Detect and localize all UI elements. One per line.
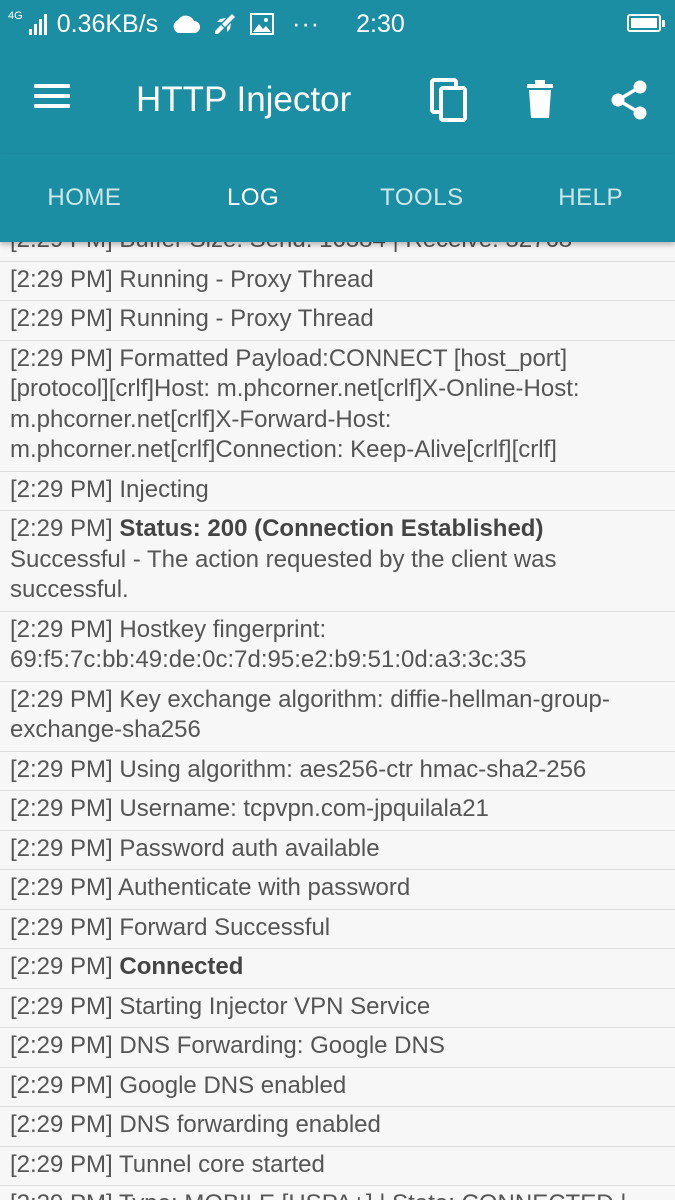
log-entry: [2:29 PM] Formatted Payload:CONNECT [hos…: [0, 341, 675, 472]
log-entry: [2:29 PM] Status: 200 (Connection Establ…: [0, 511, 675, 612]
clock: 2:30: [356, 9, 405, 38]
image-icon: [250, 13, 275, 35]
log-entry: [2:29 PM] Using algorithm: aes256-ctr hm…: [0, 752, 675, 791]
log-entry: [2:29 PM] Google DNS enabled: [0, 1068, 675, 1107]
log-entry: [2:29 PM] Starting Injector VPN Service: [0, 989, 675, 1028]
log-entry: [2:29 PM] Authenticate with password: [0, 870, 675, 910]
battery-icon: [627, 14, 665, 32]
app-title: HTTP Injector: [136, 80, 352, 119]
log-message: Starting Injector VPN Service: [119, 992, 431, 1020]
log-entry: [2:29 PM] Tunnel core started: [0, 1147, 675, 1186]
log-status: Connected: [119, 953, 244, 980]
log-timestamp: [2:29 PM]: [10, 1111, 113, 1138]
log-message: Running - Proxy Thread: [119, 305, 374, 332]
log-entry: [2:29 PM] Forward Successful: [0, 910, 675, 949]
log-timestamp: [2:29 PM]: [10, 615, 113, 643]
log-timestamp: [2:29 PM]: [10, 834, 113, 862]
log-timestamp: [2:29 PM]: [10, 1190, 113, 1200]
log-timestamp: [2:29 PM]: [10, 1150, 113, 1178]
log-message: Injecting: [119, 475, 209, 503]
log-message: Running - Proxy Thread: [119, 265, 374, 293]
log-entry: [2:29 PM] Buffer Size: Send: 16384 | Rec…: [0, 242, 675, 262]
log-message: Username: tcpvpn.com-jpquilala21: [119, 795, 489, 822]
cloud-icon: [170, 13, 201, 35]
log-timestamp: [2:29 PM]: [10, 795, 113, 822]
log-entry: [2:29 PM] Username: tcpvpn.com-jpquilala…: [0, 791, 675, 831]
log-entry: [2:29 PM] Password auth available: [0, 831, 675, 870]
log-timestamp: [2:29 PM]: [10, 515, 113, 542]
log-entry: [2:29 PM] Connected: [0, 949, 675, 989]
more-notifications-icon: ···: [292, 9, 321, 38]
log-message: DNS Forwarding: Google DNS: [119, 1032, 445, 1059]
log-timestamp: [2:29 PM]: [10, 1032, 113, 1059]
log-message: Forward Successful: [119, 913, 331, 941]
log-entry: [2:29 PM] Key exchange algorithm: diffie…: [0, 682, 675, 752]
log-entry: [2:29 PM] Running - Proxy Thread: [0, 301, 675, 341]
log-message: Successful - The action requested by the…: [10, 545, 557, 604]
log-status: Status: 200 (Connection Established): [119, 515, 544, 542]
log-message: Using algorithm: aes256-ctr hmac-sha2-25…: [119, 755, 587, 783]
log-message: Buffer Size: Send: 16384 | Receive: 3276…: [119, 242, 572, 253]
log-timestamp: [2:29 PM]: [10, 992, 113, 1020]
log-timestamp: [2:29 PM]: [10, 265, 113, 293]
signal-icon: [28, 13, 47, 35]
tab-home[interactable]: HOME: [0, 154, 169, 242]
rocket-icon: [212, 11, 238, 37]
log-timestamp: [2:29 PM]: [10, 913, 113, 941]
tab-tools[interactable]: TOOLS: [338, 154, 507, 242]
app-bar: HTTP Injector: [0, 48, 675, 154]
log-entry: [2:29 PM] Running - Proxy Thread: [0, 262, 675, 301]
log-entry: [2:29 PM] Hostkey fingerprint: 69:f5:7c:…: [0, 612, 675, 682]
log-timestamp: [2:29 PM]: [10, 755, 113, 783]
log-entry: [2:29 PM] Injecting: [0, 472, 675, 511]
log-timestamp: [2:29 PM]: [10, 685, 113, 713]
share-icon[interactable]: [606, 76, 654, 124]
log-message: Password auth available: [119, 834, 380, 862]
tab-help[interactable]: HELP: [506, 154, 675, 242]
log-entry: [2:29 PM] DNS Forwarding: Google DNS: [0, 1028, 675, 1068]
menu-icon[interactable]: [34, 84, 70, 114]
log-timestamp: [2:29 PM]: [10, 344, 113, 372]
log-timestamp: [2:29 PM]: [10, 1071, 113, 1099]
log-message: DNS forwarding enabled: [119, 1111, 381, 1138]
log-timestamp: [2:29 PM]: [10, 305, 113, 332]
copy-icon[interactable]: [426, 76, 474, 124]
log-list[interactable]: [2:29 PM] Buffer Size: Send: 16384 | Rec…: [0, 242, 675, 1200]
delete-icon[interactable]: [516, 76, 564, 124]
tab-log[interactable]: LOG: [169, 154, 338, 242]
log-timestamp: [2:29 PM]: [10, 242, 113, 253]
log-message: Authenticate with password: [118, 874, 411, 901]
log-message: Google DNS enabled: [119, 1071, 347, 1099]
log-entry: [2:29 PM] DNS forwarding enabled: [0, 1107, 675, 1147]
tab-bar: HOME LOG TOOLS HELP: [0, 154, 675, 242]
status-bar: 4G 0.36KB/s ··· 2:30: [0, 0, 675, 48]
log-message: Tunnel core started: [118, 1150, 325, 1178]
network-type: 4G: [8, 9, 23, 22]
log-timestamp: [2:29 PM]: [10, 874, 113, 901]
log-timestamp: [2:29 PM]: [10, 953, 113, 980]
log-entry: [2:29 PM] Type: MOBILE [HSPA+] | State: …: [0, 1186, 675, 1200]
log-timestamp: [2:29 PM]: [10, 475, 113, 503]
network-speed: 0.36KB/s: [56, 9, 159, 38]
